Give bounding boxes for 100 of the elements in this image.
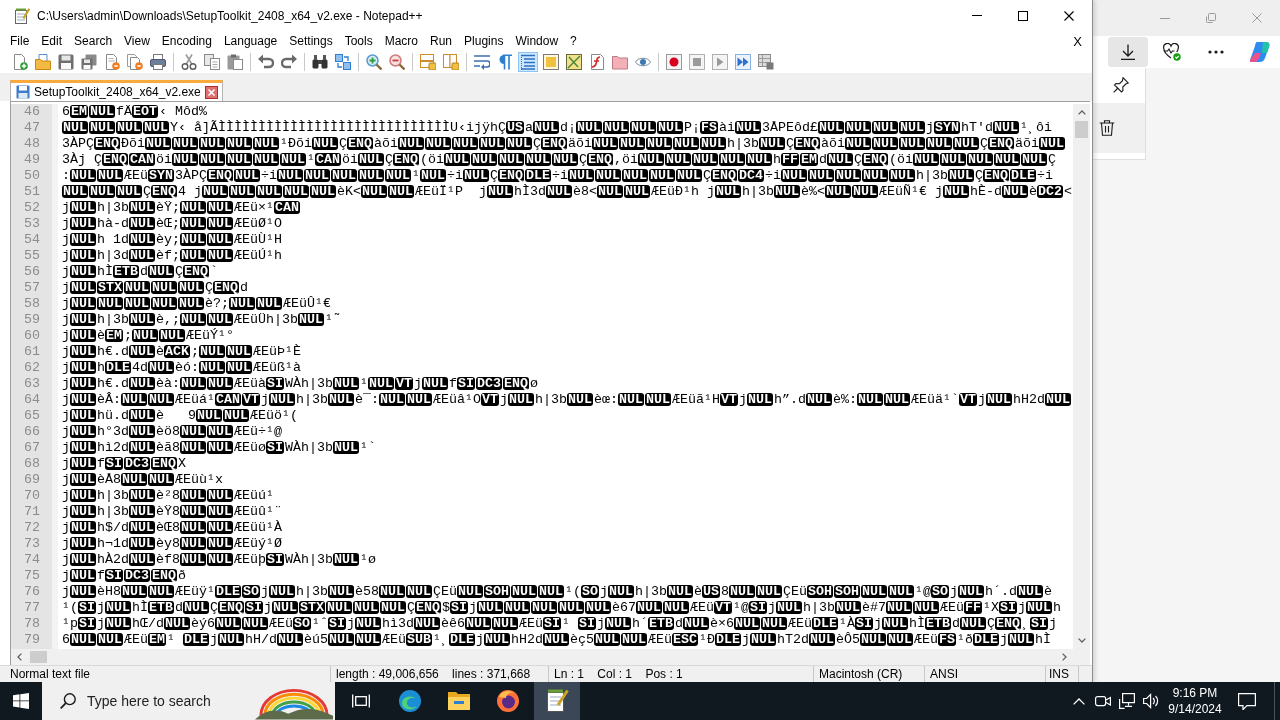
chevron-right-icon[interactable]: [1062, 653, 1067, 661]
control-char-label: NUL: [183, 601, 209, 614]
code-text: hÈ-d: [970, 184, 1002, 199]
camera-icon[interactable]: [1095, 694, 1111, 708]
code-text: WÀh|3b: [285, 376, 333, 391]
control-char-label: SI: [457, 377, 475, 390]
toolbar-button[interactable]: [148, 52, 168, 72]
scrollbar-thumb[interactable]: [1075, 121, 1088, 138]
network-icon[interactable]: [1119, 693, 1135, 709]
clock-time[interactable]: 9:16 PM: [1172, 685, 1218, 701]
scrollbar-thumb[interactable]: [30, 651, 47, 663]
control-char-label: NUL: [226, 137, 252, 150]
line-number: 70: [23, 488, 41, 504]
code-text: hì2d: [97, 440, 129, 455]
control-char-label: NUL: [148, 265, 174, 278]
control-char-label: NUL: [734, 121, 761, 134]
file-tab[interactable]: SetupToolkit_2408_x64_v2.exe: [10, 80, 223, 101]
line-number: 73: [23, 536, 41, 552]
control-char-label: NUL: [884, 393, 910, 406]
close-icon[interactable]: [204, 85, 218, 99]
code-text: j: [62, 472, 70, 487]
line-number: 47: [23, 120, 41, 136]
control-char-label: EM: [105, 329, 123, 342]
line-number: 76: [23, 584, 41, 600]
chevron-down-icon[interactable]: [1077, 638, 1086, 643]
control-char-label: NUL: [734, 617, 760, 630]
code-text: h|3b: [742, 184, 774, 199]
control-char-label: NUL: [756, 585, 782, 598]
code-text: ¹(: [62, 600, 78, 615]
control-char-label: NUL: [129, 537, 155, 550]
control-char-label: NUL: [806, 393, 832, 406]
code-text: 3Àj Ç: [62, 152, 102, 167]
menu-item[interactable]: Encoding: [156, 31, 217, 51]
control-char-label: DLE: [183, 633, 209, 646]
menu-item[interactable]: Window: [510, 31, 564, 51]
control-char-label: NUL: [913, 601, 939, 614]
code-text: fÄ: [116, 104, 132, 119]
control-char-label: ENQ: [151, 569, 177, 582]
binoculars-icon: [312, 54, 328, 70]
menu-item[interactable]: ?: [565, 31, 582, 51]
clock-date[interactable]: 9/14/2024: [1168, 701, 1222, 717]
code-text: èý6: [191, 616, 215, 631]
code-text: hü.d: [97, 408, 129, 423]
control-char-label: DLE: [215, 585, 241, 598]
control-char-label: STX: [97, 281, 123, 294]
taskbar-button[interactable]: [534, 682, 580, 720]
control-char-label: NUL: [70, 217, 96, 230]
rainbow-icon: [255, 688, 333, 720]
control-char-label: NUL: [852, 185, 878, 198]
code-text: j: [62, 584, 70, 599]
code-text: j: [62, 504, 70, 519]
code-text: h$/d: [97, 520, 129, 535]
vertical-scrollbar[interactable]: [1073, 104, 1090, 649]
code-text: j: [62, 376, 70, 391]
toolbar-button[interactable]: [564, 52, 584, 72]
browser-toolbar-button[interactable]: [1108, 37, 1148, 67]
chat-bubble-icon[interactable]: [1238, 692, 1256, 710]
chevron-left-icon[interactable]: [17, 653, 22, 661]
menu-item[interactable]: Tools: [339, 31, 378, 51]
control-char-label: NUL: [269, 585, 295, 598]
menu-item[interactable]: Macro: [379, 31, 423, 51]
code-text: èf8: [156, 552, 180, 567]
toolbar-button[interactable]: [225, 52, 245, 72]
notepad-icon: [545, 689, 569, 713]
control-char-label: ETB: [648, 617, 674, 630]
toolbar-button[interactable]: [179, 52, 199, 72]
code-text: h: [1053, 600, 1061, 615]
code-text: èó:: [175, 360, 199, 375]
menu-item[interactable]: View: [119, 31, 155, 51]
menu-item[interactable]: Search: [69, 31, 118, 51]
control-char-label: NUL: [199, 137, 225, 150]
control-char-label: NUL: [199, 153, 225, 166]
menu-item[interactable]: Plugins: [459, 31, 509, 51]
menu-item[interactable]: File: [5, 31, 35, 51]
code-text: ¹˜: [325, 312, 341, 327]
menu-item[interactable]: Run: [425, 31, 458, 51]
code-text: ÷i: [765, 168, 781, 183]
code-text: ÆEüÛ¹€: [283, 296, 331, 311]
toolbar-button[interactable]: [310, 52, 330, 72]
control-char-label: NUL: [953, 137, 979, 150]
control-char-label: SI: [245, 601, 263, 614]
code-text: f: [97, 456, 105, 471]
control-char-label: NUL: [861, 585, 887, 598]
control-char-label: NUL: [229, 185, 255, 198]
code-text: ð: [178, 568, 186, 583]
menu-item[interactable]: Edit: [36, 31, 68, 51]
control-char-label: NUL: [761, 617, 787, 630]
code-text: hÀ2d: [97, 552, 129, 567]
control-char-label: NUL: [178, 297, 204, 310]
control-char-label: NUL: [618, 393, 644, 406]
control-char-label: NUL: [199, 345, 225, 358]
menu-item[interactable]: Settings: [284, 31, 338, 51]
menu-item[interactable]: Language: [218, 31, 283, 51]
trash-icon[interactable]: [1099, 120, 1115, 136]
control-char-label: SI: [105, 457, 123, 470]
control-char-label: VT: [242, 393, 260, 406]
speaker-icon[interactable]: [1143, 693, 1159, 709]
pin-icon[interactable]: [1113, 76, 1129, 93]
close-document-button[interactable]: X: [1069, 31, 1086, 51]
cursor-position-label: Ln : 1 Col : 1 Pos : 1: [554, 667, 683, 681]
